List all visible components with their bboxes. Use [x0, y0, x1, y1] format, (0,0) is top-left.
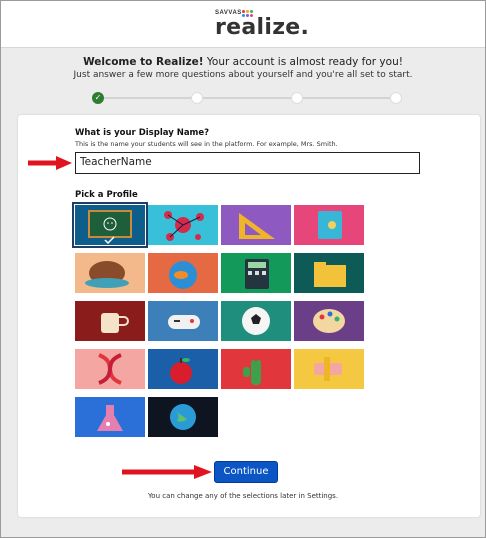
calculator-icon: [221, 253, 291, 293]
settings-note: You can change any of the selections lat…: [147, 492, 339, 500]
avatar-notebook[interactable]: [294, 205, 364, 245]
chalkboard-smiley-icon: [75, 205, 145, 245]
progress-stepper: ✓: [92, 92, 402, 104]
avatar-apple[interactable]: [148, 349, 218, 389]
avatar-grid: [72, 202, 365, 445]
avatar-calculator[interactable]: [221, 253, 291, 293]
game-controller-icon: [148, 301, 218, 341]
step-3-dot: [291, 92, 303, 104]
globe-icon: [148, 397, 218, 437]
header-bar: SAVVAS realize.: [1, 1, 485, 48]
avatar-pencil-eraser[interactable]: [294, 349, 364, 389]
display-name-input[interactable]: TeacherName: [75, 152, 420, 174]
turtle-icon: [75, 253, 145, 293]
avatar-chalkboard-smiley[interactable]: [72, 202, 148, 248]
welcome-heading: Welcome to Realize! Your account is almo…: [83, 56, 403, 68]
avatar-paint-palette[interactable]: [294, 301, 364, 341]
step-1-complete-icon: ✓: [92, 92, 104, 104]
continue-button[interactable]: Continue: [214, 461, 278, 483]
coffee-cup-icon: [75, 301, 145, 341]
avatar-fishbowl[interactable]: [148, 253, 218, 293]
avatar-soccer-ball[interactable]: [221, 301, 291, 341]
welcome-text: Welcome to Realize! Your account is almo…: [0, 56, 486, 80]
notebook-icon: [294, 205, 364, 245]
fishbowl-icon: [148, 253, 218, 293]
avatar-flask[interactable]: [75, 397, 145, 437]
annotation-arrow-continue: [122, 465, 212, 479]
display-name-title: What is your Display Name?: [75, 128, 210, 138]
avatar-coffee-cup[interactable]: [75, 301, 145, 341]
paint-palette-icon: [294, 301, 364, 341]
folder-icon: [294, 253, 364, 293]
avatar-game-controller[interactable]: [148, 301, 218, 341]
dna-icon: [75, 349, 145, 389]
avatar-folder[interactable]: [294, 253, 364, 293]
avatar-molecule[interactable]: [148, 205, 218, 245]
step-2-dot: [191, 92, 203, 104]
avatar-turtle[interactable]: [75, 253, 145, 293]
avatar-cactus[interactable]: [221, 349, 291, 389]
annotation-arrow-name: [28, 156, 72, 170]
stepper-track: [98, 97, 396, 99]
set-square-icon: [221, 205, 291, 245]
avatar-set-square[interactable]: [221, 205, 291, 245]
pencil-eraser-icon: [294, 349, 364, 389]
realize-wordmark: realize.: [215, 15, 310, 40]
molecule-icon: [148, 205, 218, 245]
cactus-icon: [221, 349, 291, 389]
display-name-help: This is the name your students will see …: [75, 140, 338, 148]
flask-icon: [75, 397, 145, 437]
soccer-ball-icon: [221, 301, 291, 341]
realize-logo: SAVVAS realize.: [215, 9, 309, 41]
avatar-dna[interactable]: [75, 349, 145, 389]
step-4-dot: [390, 92, 402, 104]
welcome-subheading: Just answer a few more questions about y…: [73, 70, 413, 80]
pick-profile-title: Pick a Profile: [75, 190, 138, 200]
apple-icon: [148, 349, 218, 389]
avatar-globe[interactable]: [148, 397, 218, 437]
